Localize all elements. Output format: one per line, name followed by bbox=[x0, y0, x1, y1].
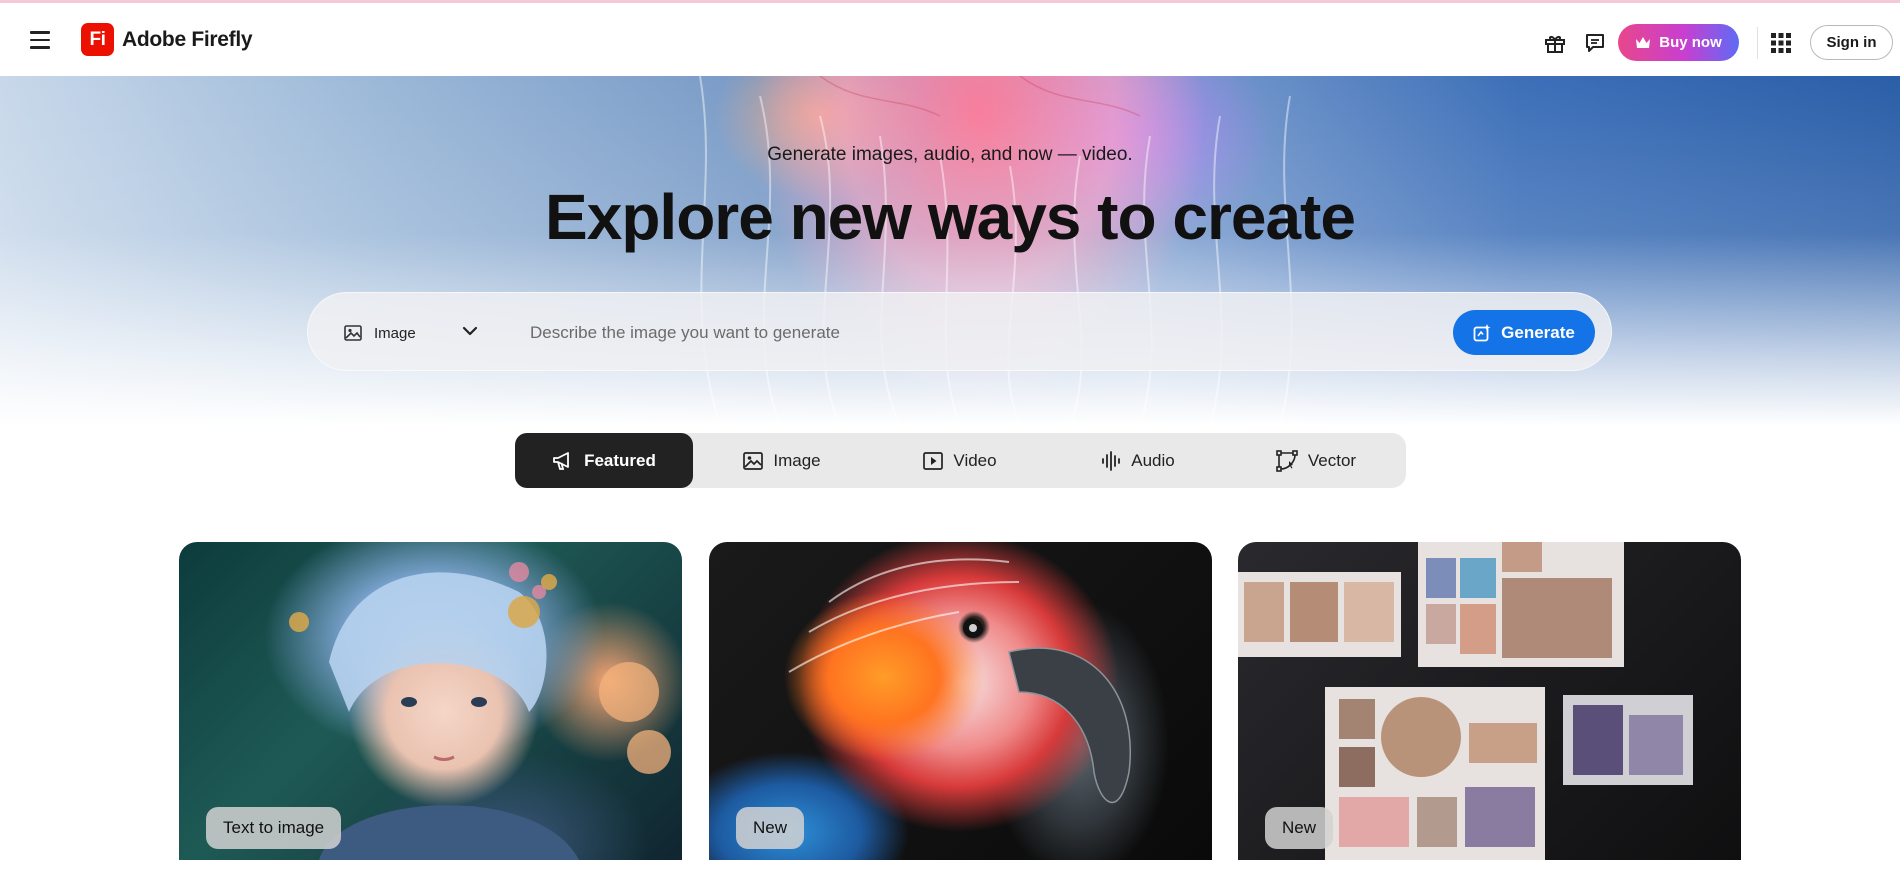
chevron-down-icon[interactable] bbox=[462, 323, 478, 341]
video-icon bbox=[923, 451, 944, 470]
feature-card-moodboard[interactable]: New bbox=[1238, 542, 1741, 860]
adobe-firefly-logo[interactable]: Fi bbox=[81, 23, 114, 56]
vector-icon bbox=[1276, 449, 1298, 472]
brand-name[interactable]: Adobe Firefly bbox=[122, 28, 253, 52]
moodboard-panel bbox=[1563, 695, 1693, 785]
image-icon bbox=[743, 451, 764, 470]
tab-label: Image bbox=[773, 450, 821, 470]
feature-card-text-to-image[interactable]: Text to image bbox=[179, 542, 682, 860]
image-icon bbox=[344, 325, 362, 341]
tab-label: Featured bbox=[584, 450, 656, 470]
tab-featured[interactable]: Featured bbox=[515, 433, 693, 488]
generation-type-select[interactable]: Image bbox=[344, 319, 416, 347]
card-badge: New bbox=[736, 807, 805, 849]
tab-label: Audio bbox=[1131, 450, 1175, 470]
generate-button[interactable]: Generate bbox=[1453, 310, 1595, 355]
menu-icon[interactable] bbox=[30, 31, 50, 49]
tab-image[interactable]: Image bbox=[693, 433, 871, 488]
audio-wave-icon bbox=[1102, 450, 1121, 471]
megaphone-icon bbox=[553, 451, 569, 470]
gift-icon[interactable] bbox=[1543, 31, 1567, 55]
tab-audio[interactable]: Audio bbox=[1049, 433, 1227, 488]
hero-banner: Generate images, audio, and now — video.… bbox=[0, 76, 1900, 426]
hero-subtitle: Generate images, audio, and now — video. bbox=[767, 144, 1133, 165]
crown-icon bbox=[1636, 36, 1651, 48]
apps-grid-icon[interactable] bbox=[1769, 31, 1793, 55]
moodboard-panel bbox=[1418, 542, 1624, 667]
feature-card-parrot[interactable]: New bbox=[709, 542, 1212, 860]
header-divider bbox=[1757, 27, 1758, 59]
category-tabs: Featured Image Video Audio Vector bbox=[515, 433, 1406, 488]
sign-in-button[interactable]: Sign in bbox=[1810, 25, 1893, 60]
app-header: Fi Adobe Firefly Buy now Sign in bbox=[0, 3, 1900, 76]
tab-label: Vector bbox=[1307, 450, 1357, 470]
buy-now-button[interactable]: Buy now bbox=[1618, 24, 1739, 61]
generate-label: Generate bbox=[1501, 322, 1575, 342]
prompt-bar: Image Generate bbox=[307, 292, 1612, 371]
buy-now-label: Buy now bbox=[1659, 34, 1722, 51]
hero-title: Explore new ways to create bbox=[545, 181, 1356, 253]
card-badge: New bbox=[1265, 807, 1334, 849]
tab-label: Video bbox=[953, 450, 997, 470]
card-badge: Text to image bbox=[206, 807, 342, 849]
moodboard-panel bbox=[1238, 572, 1401, 657]
tab-video[interactable]: Video bbox=[871, 433, 1049, 488]
feedback-icon[interactable] bbox=[1583, 31, 1607, 55]
generation-type-label: Image bbox=[374, 324, 416, 342]
prompt-input[interactable] bbox=[530, 317, 1310, 349]
tab-vector[interactable]: Vector bbox=[1227, 433, 1405, 488]
generate-sparkle-icon bbox=[1473, 323, 1491, 341]
moodboard-panel bbox=[1325, 687, 1545, 860]
